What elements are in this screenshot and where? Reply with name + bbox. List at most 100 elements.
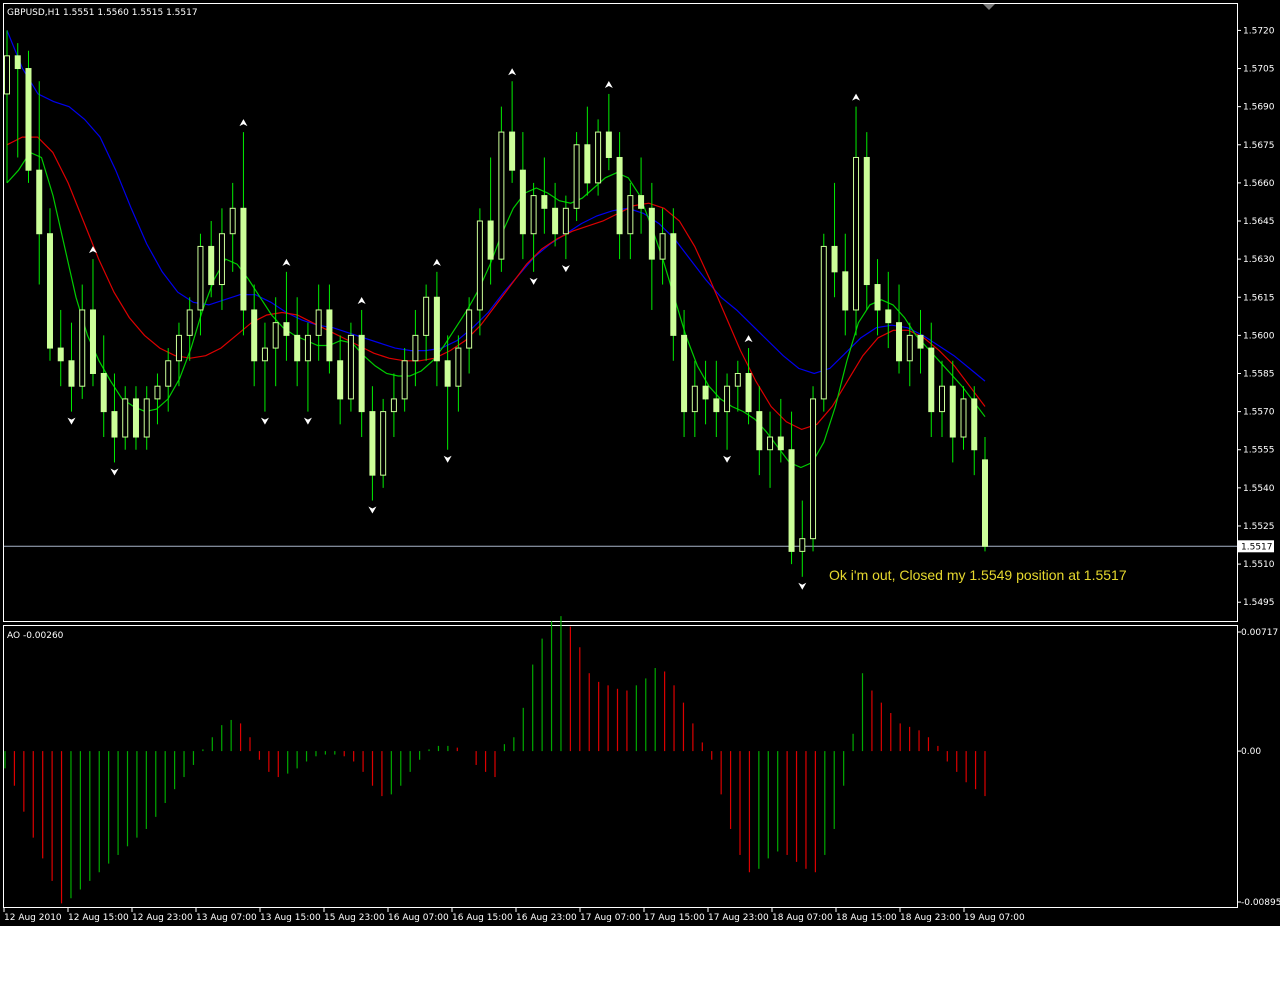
fractal-down-icon bbox=[723, 455, 732, 463]
price-tick-label: 1.5615 bbox=[1243, 293, 1275, 303]
candle-bear bbox=[68, 360, 75, 387]
price-tick-label: 1.5720 bbox=[1243, 26, 1275, 36]
price-tick-label: 1.5645 bbox=[1243, 217, 1275, 227]
time-tick-label: 12 Aug 15:00 bbox=[68, 913, 129, 923]
time-tick-label: 17 Aug 07:00 bbox=[580, 913, 641, 923]
time-tick-label: 13 Aug 15:00 bbox=[260, 913, 321, 923]
fractal-down-icon bbox=[110, 468, 119, 476]
candle-bear bbox=[971, 398, 978, 451]
candle-bear bbox=[294, 334, 301, 362]
candle-bear bbox=[36, 169, 43, 235]
candle-bear bbox=[444, 360, 451, 387]
candle-bull bbox=[573, 144, 580, 209]
ao-tick-label: -0.00895 bbox=[1241, 898, 1280, 908]
candle-bear bbox=[519, 169, 526, 235]
candle-bull bbox=[810, 398, 817, 540]
price-tick-label: 1.5540 bbox=[1243, 484, 1275, 494]
candle-bear bbox=[605, 131, 612, 158]
time-tick-label: 15 Aug 23:00 bbox=[324, 913, 385, 923]
candle-bear bbox=[756, 411, 763, 451]
candle-bear bbox=[616, 156, 623, 235]
fractal-up-icon bbox=[357, 296, 366, 304]
candle-bull bbox=[423, 296, 430, 336]
candle-bull bbox=[530, 195, 537, 235]
fractal-down-icon bbox=[303, 417, 312, 425]
candle-bull bbox=[380, 411, 387, 476]
candle-bear bbox=[638, 195, 645, 209]
candle-bull bbox=[261, 347, 268, 362]
candle-bear bbox=[326, 309, 333, 362]
candle-bear bbox=[358, 334, 365, 413]
chart-title: GBPUSD,H1 1.5551 1.5560 1.5515 1.5517 bbox=[7, 8, 198, 18]
candle-bull bbox=[218, 233, 225, 286]
ma-mid-line bbox=[6, 136, 986, 431]
fractal-down-icon bbox=[529, 277, 538, 285]
candle-bull bbox=[595, 131, 602, 184]
time-axis: 12 Aug 2010 12 Aug 15:00 12 Aug 23:00 13 Au… bbox=[3, 908, 1025, 923]
price-tick-label: 1.5585 bbox=[1243, 369, 1275, 379]
candle-bear bbox=[111, 411, 118, 438]
candle-bear bbox=[541, 195, 548, 209]
price-tick-label: 1.5525 bbox=[1243, 522, 1275, 532]
candle-bull bbox=[562, 207, 569, 235]
candle-bear bbox=[874, 284, 881, 311]
price-axis: 1.5720 1.5705 1.5690 1.5675 1.5660 1.5645 1.56… bbox=[1237, 26, 1275, 608]
fractal-up-icon bbox=[432, 258, 441, 266]
shift-marker-icon[interactable] bbox=[983, 4, 995, 10]
candle-bear bbox=[788, 449, 795, 552]
chart-canvas[interactable]: 1.5720 1.5705 1.5690 1.5675 1.5660 1.5645 1.56… bbox=[0, 0, 1280, 926]
candle-bear bbox=[509, 131, 516, 171]
candle-bear bbox=[949, 385, 956, 438]
candle-bear bbox=[46, 233, 53, 349]
candle-bear bbox=[208, 245, 215, 286]
time-tick-label: 16 Aug 23:00 bbox=[516, 913, 577, 923]
fractal-up-icon bbox=[604, 80, 613, 88]
fractal-down-icon bbox=[798, 582, 807, 590]
candle-bull bbox=[412, 334, 419, 362]
candle-bull bbox=[799, 538, 806, 552]
candle-bull bbox=[122, 398, 129, 438]
candle-bull bbox=[304, 334, 311, 362]
candle-bear bbox=[863, 156, 870, 286]
candle-bull bbox=[724, 385, 731, 413]
candle-bull bbox=[390, 398, 397, 413]
candle-bear bbox=[713, 398, 720, 413]
candle-bull bbox=[4, 55, 10, 95]
candle-bull bbox=[853, 156, 860, 311]
candle-bull bbox=[229, 207, 236, 235]
price-tick-label: 1.5705 bbox=[1243, 65, 1275, 75]
candle-bull bbox=[659, 233, 666, 260]
fractal-down-icon bbox=[67, 417, 76, 425]
candle-bull bbox=[79, 309, 86, 387]
price-tick-label: 1.5660 bbox=[1243, 179, 1275, 189]
candle-bull bbox=[143, 398, 150, 438]
candle-bear bbox=[100, 372, 107, 413]
candle-bull bbox=[175, 334, 182, 362]
candle-bear bbox=[982, 459, 988, 547]
time-tick-label: 18 Aug 23:00 bbox=[900, 913, 961, 923]
candle-bear bbox=[433, 296, 440, 362]
candle-bear bbox=[777, 436, 784, 451]
candle-bear bbox=[132, 398, 139, 438]
time-tick-label: 18 Aug 15:00 bbox=[836, 913, 897, 923]
candle-bear bbox=[745, 372, 752, 413]
candle-bull bbox=[820, 245, 827, 400]
candle-bull bbox=[498, 131, 505, 260]
candle-bull bbox=[165, 360, 172, 387]
candle-bull bbox=[186, 309, 193, 336]
candle-bull bbox=[347, 334, 354, 400]
candle-bull bbox=[734, 372, 741, 387]
candle-bull bbox=[315, 309, 322, 336]
candle-bull bbox=[627, 195, 634, 235]
current-price-label: 1.5517 bbox=[1241, 542, 1273, 552]
fractal-down-icon bbox=[368, 506, 377, 514]
ma-slow-line bbox=[6, 30, 986, 382]
candle-bull bbox=[476, 220, 483, 311]
candle-bear bbox=[928, 347, 935, 413]
trading-chart-window[interactable]: 1.5720 1.5705 1.5690 1.5675 1.5660 1.5645 1.56… bbox=[0, 0, 1280, 926]
fractal-down-icon bbox=[443, 455, 452, 463]
candle-bear bbox=[57, 347, 64, 362]
candle-bear bbox=[552, 207, 559, 235]
time-tick-label: 16 Aug 15:00 bbox=[452, 913, 513, 923]
ma-fast-line bbox=[6, 151, 986, 469]
